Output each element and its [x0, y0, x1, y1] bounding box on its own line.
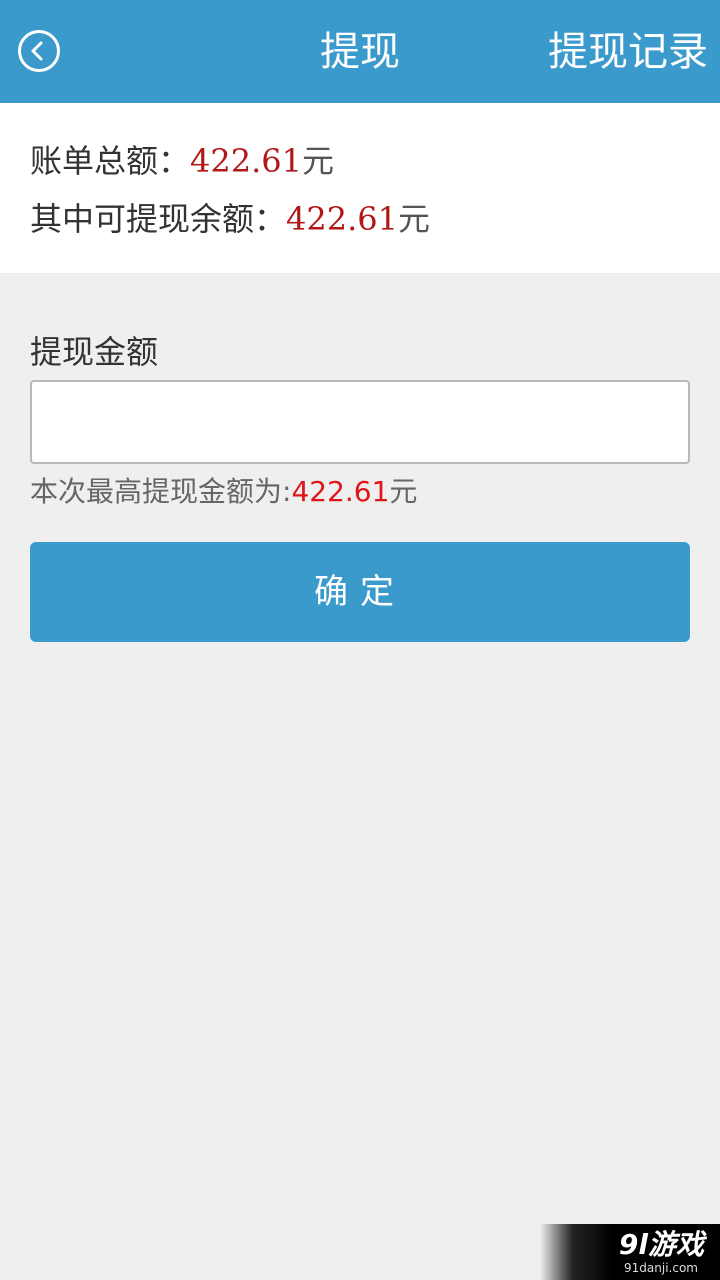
max-withdraw-hint-label: 本次最高提现金额为: [30, 475, 292, 508]
withdraw-amount-label: 提现金额 [30, 333, 159, 371]
max-withdraw-hint: 本次最高提现金额为:422.61元 [30, 472, 417, 512]
watermark-logo-text: 9l游戏 [618, 1228, 704, 1261]
withdrawable-balance-row: 其中可提现余额：422.61元 [30, 197, 430, 241]
total-bill-row: 账单总额：422.61元 [30, 139, 334, 183]
back-button[interactable] [18, 30, 60, 72]
withdraw-records-link[interactable]: 提现记录 [548, 24, 708, 80]
site-watermark: 9l游戏 91danji.com [540, 1224, 720, 1280]
withdraw-amount-input[interactable] [30, 380, 690, 464]
total-bill-label: 账单总额： [30, 142, 191, 180]
max-withdraw-hint-unit: 元 [389, 475, 418, 508]
withdrawable-balance-label: 其中可提现余额： [30, 200, 287, 238]
total-bill-amount: 422.61 [190, 142, 302, 180]
total-bill-unit: 元 [301, 142, 334, 180]
max-withdraw-hint-amount: 422.61 [291, 475, 390, 508]
top-app-bar: 提现 提现记录 [0, 0, 720, 103]
balance-summary: 账单总额：422.61元 其中可提现余额：422.61元 [0, 103, 720, 273]
confirm-button[interactable]: 确定 [30, 542, 690, 642]
chevron-left-icon [31, 41, 43, 61]
withdrawable-balance-amount: 422.61 [286, 200, 398, 238]
withdrawable-balance-unit: 元 [397, 200, 430, 238]
watermark-domain: 91danji.com [624, 1261, 698, 1275]
